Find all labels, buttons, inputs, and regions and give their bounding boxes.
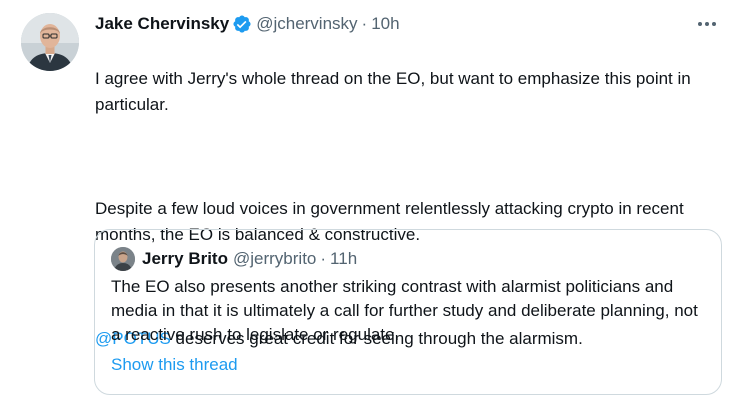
quoted-author-name: Jerry Brito [142, 249, 228, 268]
quoted-tweet[interactable]: Jerry Brito @jerrybrito · 11h The EO als… [94, 229, 722, 395]
tweet[interactable]: Jake Chervinsky @jchervinsky · 10h I agr… [0, 0, 737, 407]
separator-dot: · [320, 249, 327, 268]
verified-badge-icon [232, 14, 252, 34]
author-avatar[interactable] [21, 13, 79, 71]
quoted-tweet-header: Jerry Brito @jerrybrito · 11h [111, 247, 357, 271]
separator-dot: · [361, 14, 368, 33]
tweet-header: Jake Chervinsky @jchervinsky · 10h [95, 12, 400, 36]
tweet-paragraph: I agree with Jerry's whole thread on the… [95, 69, 691, 114]
quoted-timestamp: 11h [330, 249, 358, 268]
quoted-author-handle: @jerrybrito [232, 249, 317, 268]
author-handle[interactable]: @jchervinsky [256, 14, 357, 34]
tweet-timestamp[interactable]: 10h [371, 14, 399, 34]
show-thread-link[interactable]: Show this thread [111, 355, 238, 375]
author-name[interactable]: Jake Chervinsky [95, 14, 229, 34]
author-avatar-image [21, 13, 79, 71]
quoted-tweet-text: The EO also presents another striking co… [111, 277, 698, 344]
more-options-icon[interactable] [695, 14, 719, 34]
quoted-author-avatar [111, 247, 135, 271]
